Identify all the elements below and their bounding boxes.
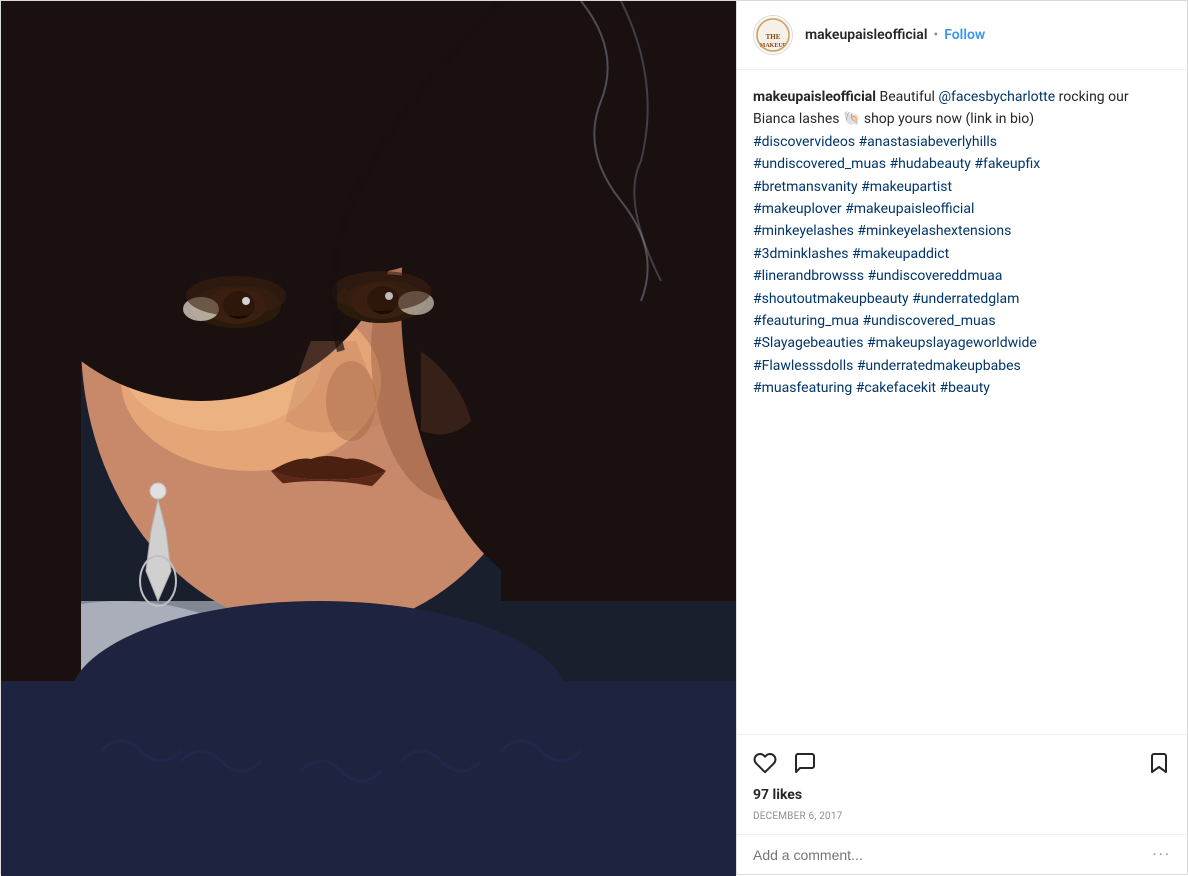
ht-2[interactable]: #anastasiabeverlyhills [859,134,997,150]
like-button[interactable] [753,751,777,779]
post-header: THE MAKEUP makeupaisleofficial • Follow [737,1,1187,70]
post-container: THE MAKEUP makeupaisleofficial • Follow … [0,0,1188,875]
action-icons-row [753,743,1171,787]
actions-area: 97 likes DECEMBER 6, 2017 [737,734,1187,834]
likes-count[interactable]: 97 likes [753,787,1171,807]
ht-1[interactable]: #discovervideos [753,134,855,150]
caption-mention-1[interactable]: @facesbycharlotte [938,89,1055,105]
ht-7[interactable]: #makeupartist [861,179,952,195]
comment-input-area: ··· [737,834,1187,874]
ht-8[interactable]: #makeuplover [753,201,842,217]
bookmark-icon [1147,751,1171,775]
caption-body: Beautiful @facesbycharlotte rocking our … [753,89,1129,396]
ht-17[interactable]: #underratedglam [912,291,1019,307]
ht-23[interactable]: #underratedmakeupbabes [857,358,1021,374]
caption-area: makeupaisleofficial Beautiful @facesbych… [737,70,1187,734]
ht-3[interactable]: #undiscovered_muas [753,156,886,172]
ht-9[interactable]: #makeupaisleofficial [845,201,974,217]
ht-20[interactable]: #Slayagebeauties [753,335,864,351]
ht-5[interactable]: #fakeupfix [974,156,1040,172]
post-date: DECEMBER 6, 2017 [753,807,1171,834]
bookmark-button[interactable] [1147,751,1171,779]
ht-10[interactable]: #minkeyelashes [753,223,854,239]
ht-19[interactable]: #undiscovered_muas [863,313,996,329]
comment-icon [793,751,817,775]
ht-13[interactable]: #makeupaddict [852,246,949,262]
ht-18[interactable]: #feauturing_mua [753,313,859,329]
ht-12[interactable]: #3dminklashes [753,246,849,262]
ht-6[interactable]: #bretmansvanity [753,179,858,195]
avatar[interactable]: THE MAKEUP [753,15,793,55]
ht-25[interactable]: #cakefacekit [856,380,936,396]
follow-button[interactable]: Follow [944,27,985,43]
ht-14[interactable]: #linerandbrowsss [753,268,864,284]
ht-26[interactable]: #beauty [939,380,989,396]
ht-11[interactable]: #minkeyelashextensions [857,223,1011,239]
caption-text: makeupaisleofficial Beautiful @facesbych… [753,86,1171,399]
ht-4[interactable]: #hudabeauty [890,156,971,172]
post-photo [1,1,736,876]
ht-15[interactable]: #undiscovereddmuaa [867,268,1002,284]
ht-21[interactable]: #makeupslayageworldwide [867,335,1037,351]
caption-username[interactable]: makeupaisleofficial [753,89,876,105]
svg-text:THE: THE [766,33,781,41]
comment-input[interactable] [753,847,1152,863]
ht-16[interactable]: #shoutoutmakeupbeauty [753,291,909,307]
dot-separator: • [933,27,938,43]
content-side: THE MAKEUP makeupaisleofficial • Follow … [736,1,1187,874]
comment-more-button[interactable]: ··· [1152,845,1171,864]
heart-icon [753,751,777,775]
header-username[interactable]: makeupaisleofficial [805,27,927,43]
comment-button[interactable] [793,751,817,779]
ht-24[interactable]: #muasfeaturing [753,380,852,396]
ht-22[interactable]: #Flawlesssdolls [753,358,853,374]
